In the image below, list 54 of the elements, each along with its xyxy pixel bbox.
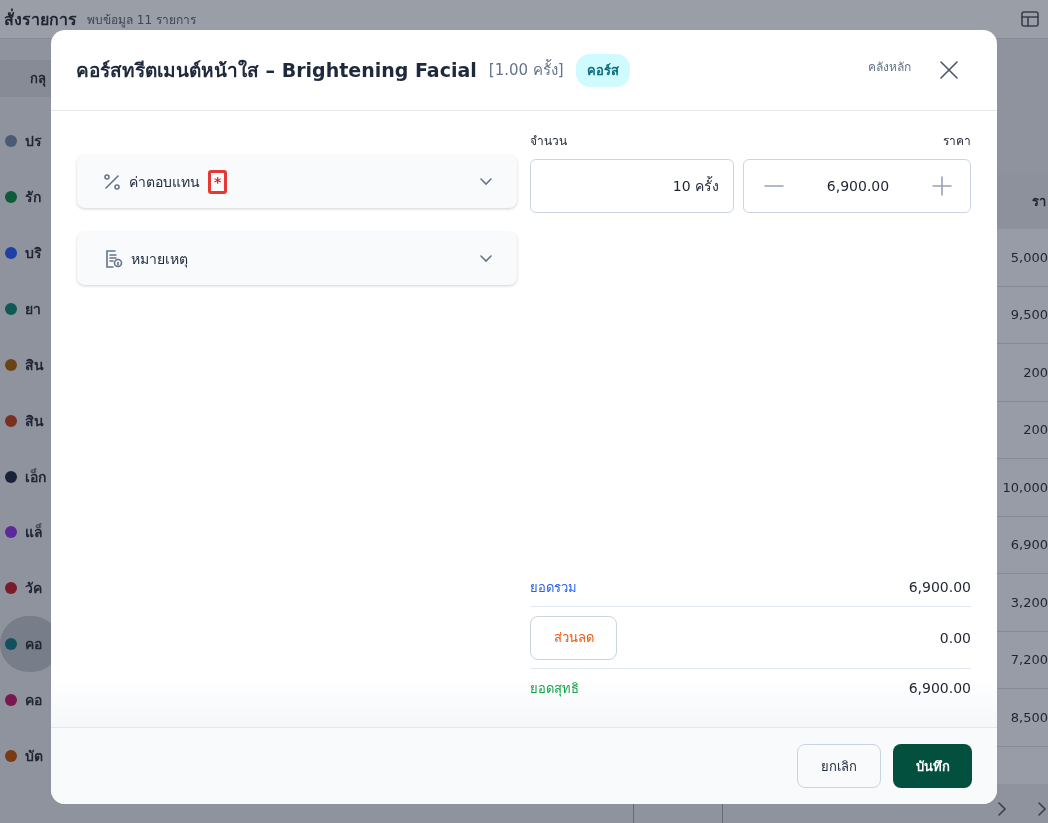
category-item[interactable]: รัก (0, 169, 60, 226)
category-label: เอ็ก (25, 467, 46, 487)
result-count: พบข้อมูล 11 รายการ (87, 11, 196, 29)
type-badge: คอร์ส (575, 53, 630, 87)
minus-icon (764, 184, 784, 188)
total-label: ยอดรวม (530, 578, 577, 597)
price-label: ราคา (943, 133, 971, 150)
discount-value: 0.00 (939, 629, 971, 646)
close-icon (939, 60, 959, 80)
chevron-right-icon[interactable] (996, 801, 1008, 817)
category-item[interactable]: ยา (0, 280, 60, 337)
category-label: ปร (25, 132, 42, 152)
category-item[interactable]: สิน (0, 336, 60, 393)
save-button[interactable]: บันทึก (893, 744, 972, 788)
accordion-section[interactable]: หมายเหตุ (77, 232, 517, 285)
category-item[interactable]: แล็ (0, 504, 60, 561)
document-info-icon (103, 248, 123, 269)
category-label: แล็ (25, 522, 43, 543)
unit-note: [1.00 ครั้ง] (488, 58, 564, 81)
category-item[interactable]: วัค (0, 560, 60, 617)
chevron-down-icon (479, 176, 493, 187)
category-label: คอ (25, 691, 42, 711)
category-item[interactable]: บริ (0, 225, 60, 281)
total-value: 6,900.00 (908, 579, 971, 595)
table-layout-icon[interactable] (1020, 9, 1040, 29)
category-label: รัก (25, 188, 41, 208)
category-item[interactable]: ปร (0, 113, 60, 170)
chevron-down-icon (479, 253, 493, 264)
accordion-section[interactable]: ค่าตอบแทน * (77, 155, 517, 208)
category-label: บัต (25, 747, 43, 766)
category-item[interactable]: เอ็ก (0, 448, 60, 505)
net-total-value: 6,900.00 (908, 680, 971, 696)
category-item[interactable]: สิน (0, 392, 60, 449)
category-label: คอ (25, 635, 42, 655)
discount-button[interactable]: ส่วนลด (530, 615, 617, 660)
quantity-label: จำนวน (530, 133, 567, 150)
required-asterisk: * (214, 173, 222, 190)
category-label: สิน (25, 355, 44, 375)
category-item[interactable]: คอ (0, 672, 60, 729)
category-label: ยา (25, 299, 41, 319)
plus-icon (932, 176, 952, 196)
category-label: บริ (25, 244, 42, 263)
warehouse-label: คลังหลัก (868, 59, 911, 76)
chevron-right-icon[interactable] (1036, 801, 1048, 817)
category-item[interactable]: บัต (0, 728, 60, 784)
cancel-button[interactable]: ยกเลิก (797, 744, 881, 788)
price-stepper[interactable]: 6,900.00 (743, 159, 971, 213)
net-total-label: ยอดสุทธิ (530, 679, 579, 699)
price-value: 6,900.00 (826, 178, 890, 194)
page-title: สั่งรายการ (4, 7, 77, 31)
percent-icon (103, 172, 121, 191)
category-label: วัค (25, 579, 42, 599)
category-label: สิน (25, 411, 44, 431)
quantity-field[interactable]: 10 ครั้ง (530, 159, 734, 213)
